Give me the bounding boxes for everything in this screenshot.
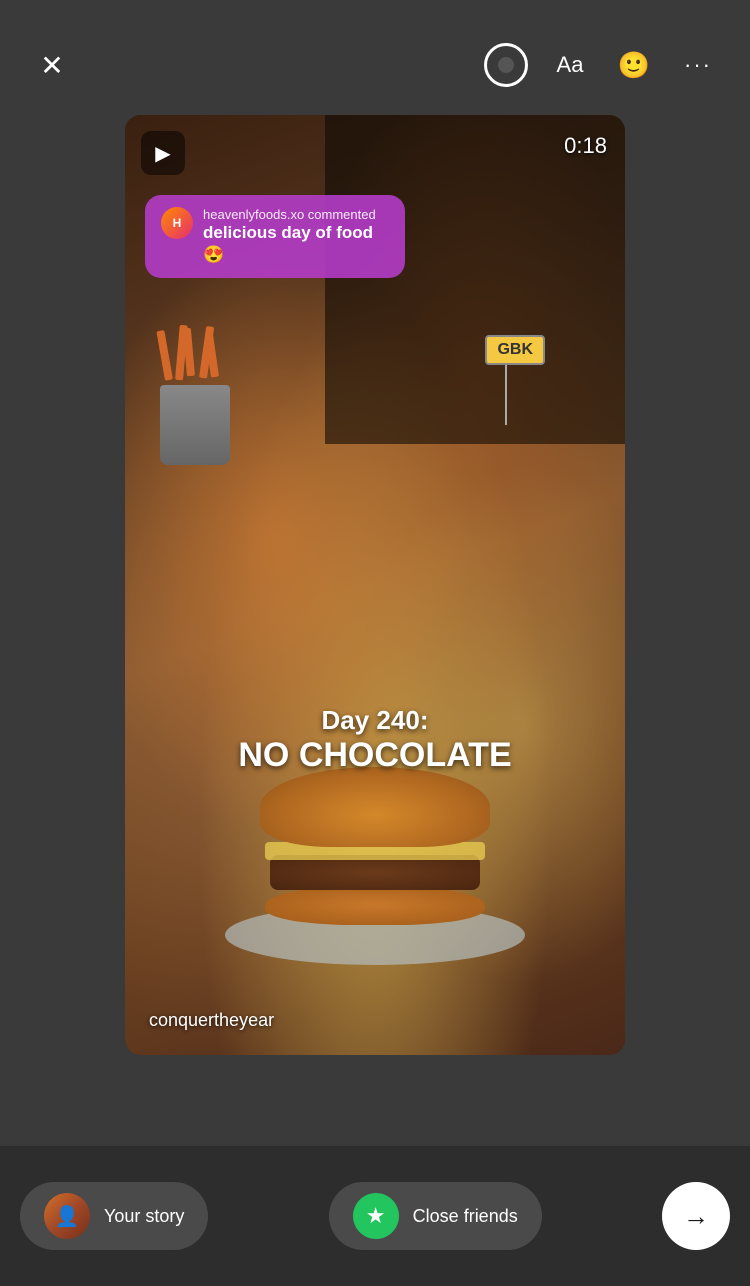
story-background: GBK ▶ 0:18 H heavenlyfoods.xo commented … [125, 115, 625, 1055]
fries-cup [160, 385, 230, 465]
flag-stick [505, 365, 507, 425]
comment-text: heavenlyfoods.xo commented delicious day… [203, 207, 389, 266]
your-story-avatar: 👤 [44, 1193, 90, 1239]
commenter-avatar: H [161, 207, 193, 239]
your-story-button[interactable]: 👤 Your story [20, 1182, 208, 1250]
close-friends-button[interactable]: ★ Close friends [329, 1182, 542, 1250]
close-button[interactable]: ✕ [30, 43, 74, 87]
next-arrow-icon: → [683, 1201, 709, 1232]
close-friends-icon: ★ [353, 1193, 399, 1239]
bottom-bar: 👤 Your story ★ Close friends → [0, 1146, 750, 1286]
close-friends-label: Close friends [413, 1206, 518, 1227]
your-story-label: Your story [104, 1206, 184, 1227]
story-title-text: NO CHOCOLATE [238, 736, 511, 775]
gbk-flag: GBK [485, 335, 545, 425]
burger-bun-bottom [265, 885, 485, 925]
top-toolbar: ✕ Aa 🙂 ··· [0, 0, 750, 110]
story-author: conquertheyear [149, 1010, 274, 1031]
story-play-icon: ▶ [141, 131, 185, 175]
comment-body: delicious day of food 😍 [203, 222, 389, 266]
story-card: GBK ▶ 0:18 H heavenlyfoods.xo commented … [125, 115, 625, 1055]
story-day-text: Day 240: [238, 705, 511, 736]
fries-pile [155, 320, 235, 380]
gbk-label: GBK [485, 335, 545, 365]
story-text-overlay: Day 240: NO CHOCOLATE [238, 705, 511, 775]
background-person [325, 115, 625, 444]
story-timer: 0:18 [564, 133, 607, 159]
record-inner [498, 57, 514, 73]
text-tool-button[interactable]: Aa [548, 43, 592, 87]
burger-bun-top [260, 767, 490, 847]
next-button[interactable]: → [662, 1182, 730, 1250]
fries-area [145, 315, 245, 465]
comment-bubble[interactable]: H heavenlyfoods.xo commented delicious d… [145, 195, 405, 278]
record-button[interactable] [484, 43, 528, 87]
comment-username: heavenlyfoods.xo commented [203, 207, 389, 222]
more-options-button[interactable]: ··· [676, 43, 720, 87]
sticker-button[interactable]: 🙂 [612, 43, 656, 87]
burger-patty [270, 855, 480, 890]
